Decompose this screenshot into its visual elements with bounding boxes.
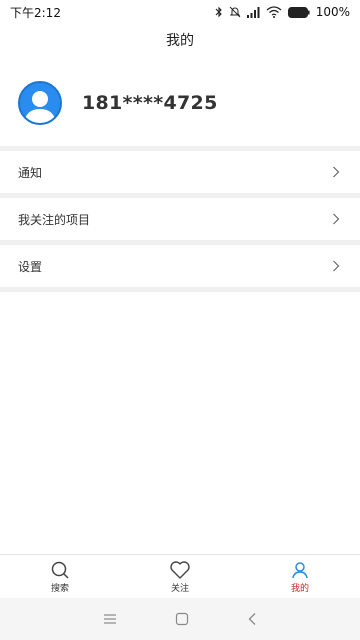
profile-section[interactable]: 181****4725 xyxy=(0,60,360,146)
tab-label: 我的 xyxy=(290,583,309,594)
signal-icon xyxy=(246,6,260,18)
menu-item-followed-projects[interactable]: 我关注的项目 xyxy=(0,198,360,240)
page-title: 我的 xyxy=(166,33,194,49)
tab-follow[interactable]: 关注 xyxy=(120,555,240,598)
settings-menu: 通知 我关注的项目 设置 xyxy=(0,146,360,292)
system-nav-bar xyxy=(0,598,360,640)
tab-label: 搜索 xyxy=(50,583,69,594)
bluetooth-icon xyxy=(215,6,222,18)
chevron-right-icon xyxy=(333,166,340,178)
menu-icon[interactable] xyxy=(103,613,117,625)
chevron-right-icon xyxy=(333,260,340,272)
mute-icon xyxy=(229,6,241,18)
menu-divider xyxy=(0,287,360,292)
battery-percent: 100% xyxy=(315,5,350,19)
status-bar: 下午2:12 100% xyxy=(0,0,360,24)
status-icons: 100% xyxy=(215,5,350,19)
back-icon[interactable] xyxy=(247,612,257,626)
menu-item-label: 我关注的项目 xyxy=(18,212,91,227)
avatar[interactable] xyxy=(18,81,62,125)
avatar-user-icon xyxy=(24,91,56,123)
menu-item-label: 通知 xyxy=(18,165,43,180)
chevron-right-icon xyxy=(333,213,340,225)
tab-mine[interactable]: 我的 xyxy=(240,555,360,598)
tab-label: 关注 xyxy=(170,583,189,594)
battery-icon xyxy=(287,6,310,18)
status-time: 下午2:12 xyxy=(10,5,61,20)
heart-icon xyxy=(170,560,190,579)
menu-item-settings[interactable]: 设置 xyxy=(0,245,360,287)
wifi-icon xyxy=(266,6,282,18)
menu-item-notifications[interactable]: 通知 xyxy=(0,151,360,193)
tab-search[interactable]: 搜索 xyxy=(0,555,120,598)
menu-item-label: 设置 xyxy=(18,259,43,274)
home-icon[interactable] xyxy=(175,612,189,626)
user-icon xyxy=(292,561,308,578)
search-icon xyxy=(51,561,69,579)
user-phone: 181****4725 xyxy=(82,92,218,114)
bottom-nav: 搜索 关注 我的 xyxy=(0,554,360,598)
